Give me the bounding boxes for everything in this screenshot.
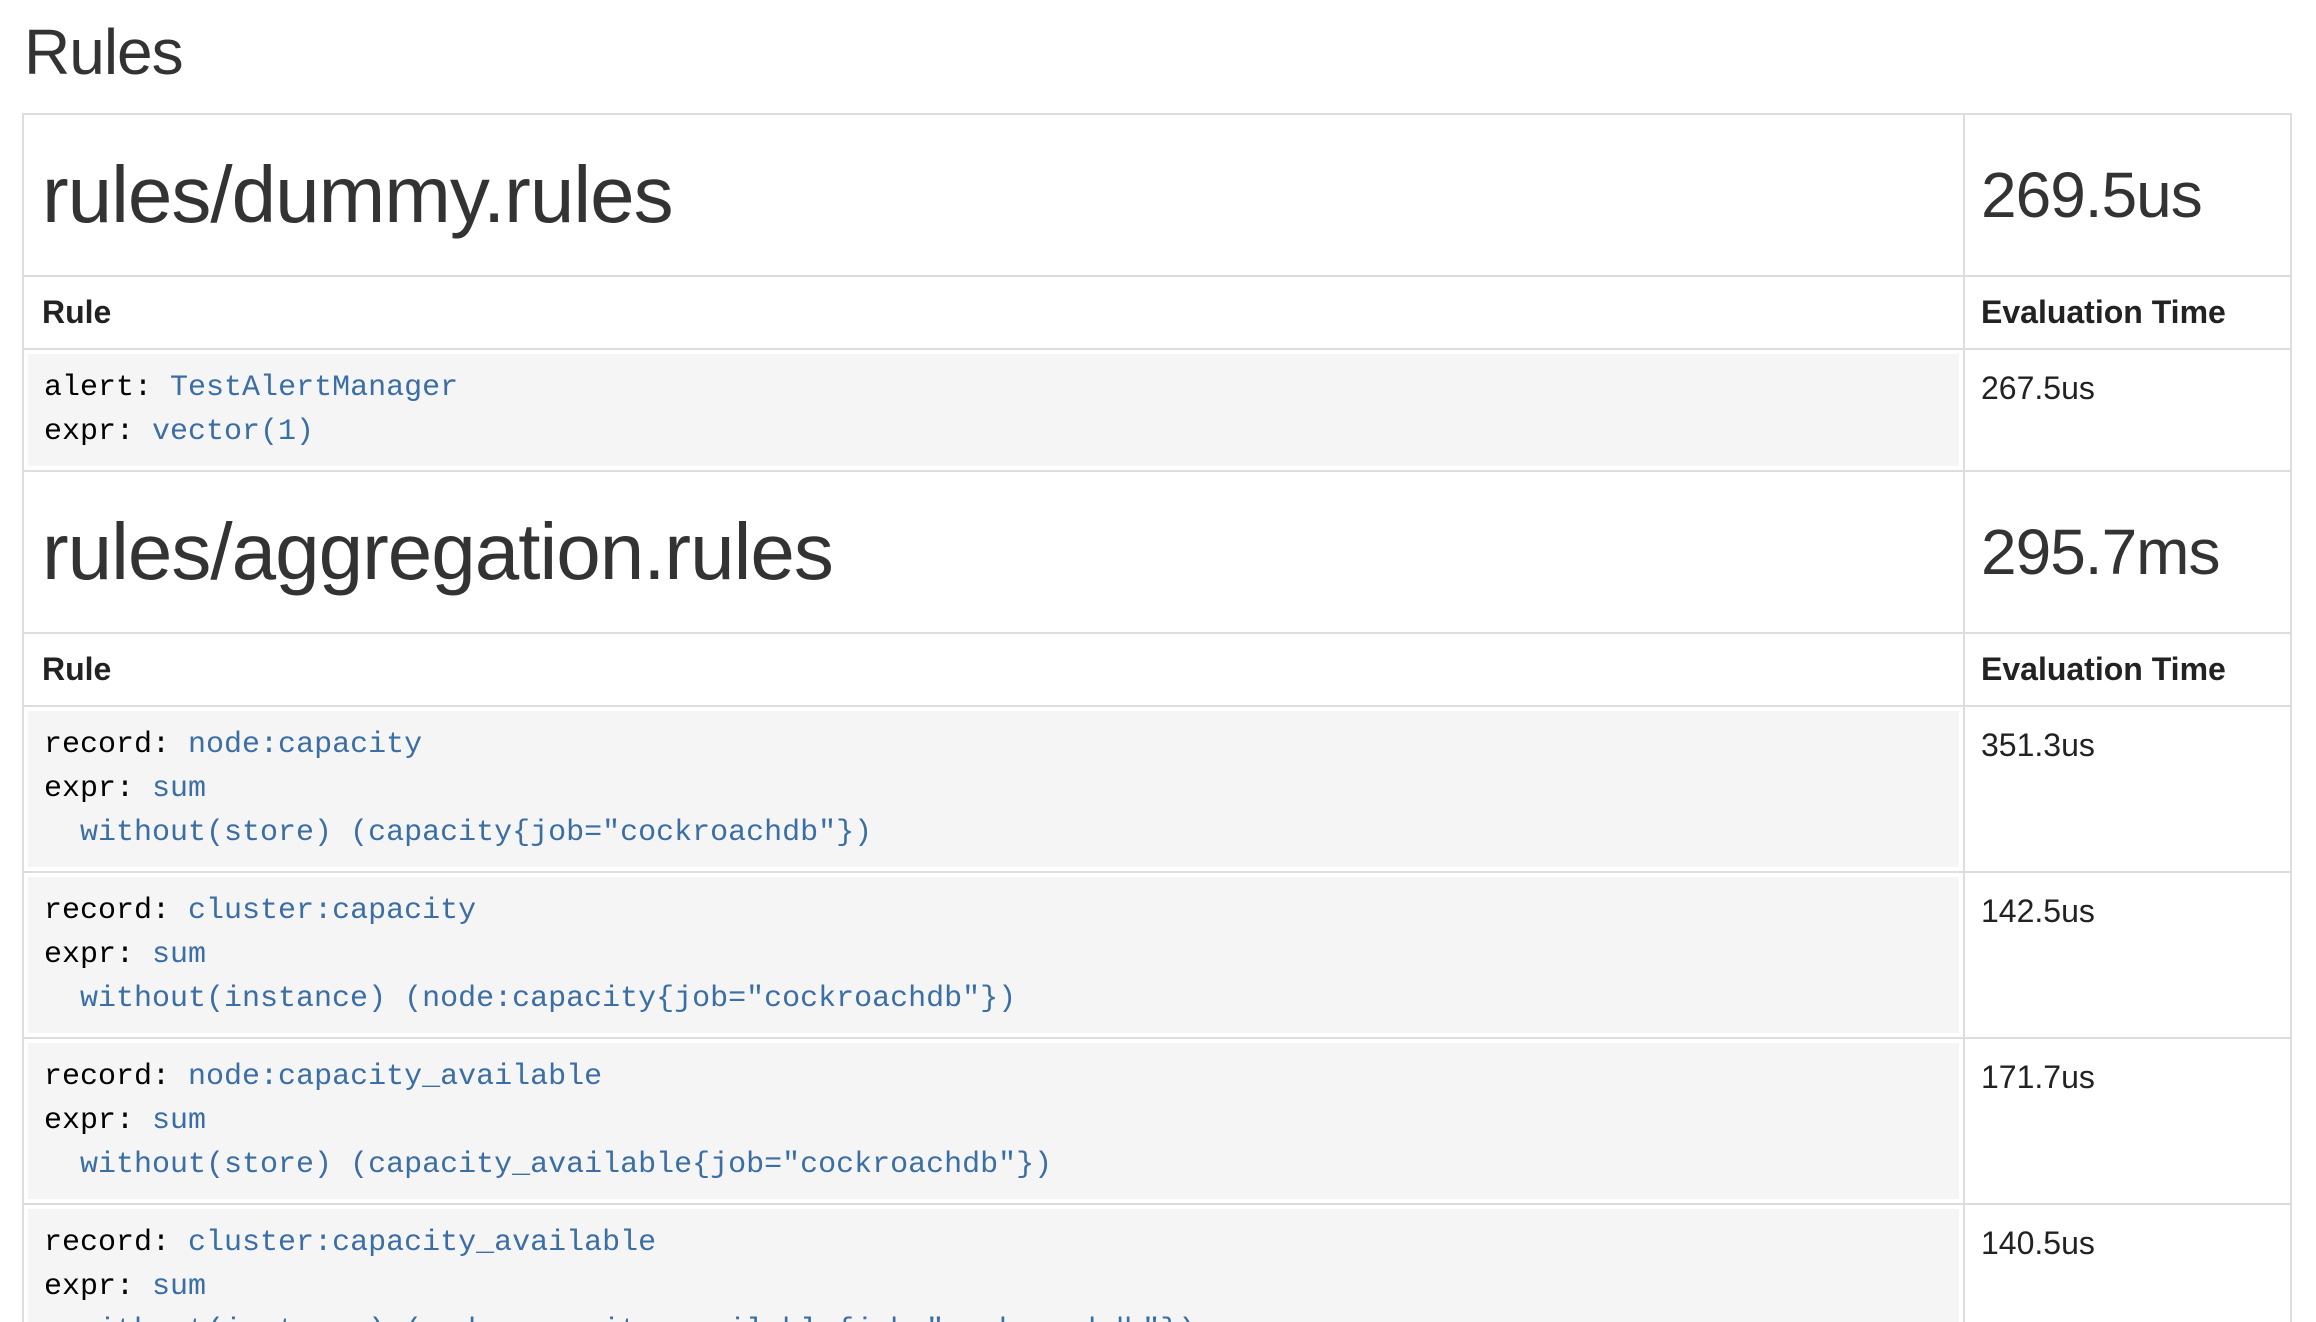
- evaluation-time-value: 267.5us: [1964, 349, 2291, 471]
- rule-code-block: record: node:capacity_available expr: su…: [28, 1043, 1959, 1199]
- rule-expr-link[interactable]: sum without(instance) (node:capacity_ava…: [44, 1270, 1196, 1322]
- rule-type-label: alert:: [44, 371, 152, 405]
- evaluation-time-column-header: Evaluation Time: [1964, 276, 2291, 349]
- rule-name-link[interactable]: cluster:capacity: [188, 894, 476, 928]
- rule-cell: record: cluster:capacity_available expr:…: [23, 1204, 1964, 1322]
- rule-cell: alert: TestAlertManager expr: vector(1): [23, 349, 1964, 471]
- rule-column-header: Rule: [23, 633, 1964, 706]
- group-evaluation-total: 295.7ms: [1981, 516, 2219, 588]
- column-header-row: Rule Evaluation Time: [23, 276, 2291, 349]
- rule-group-table: rules/dummy.rules 269.5us Rule Evaluatio…: [22, 113, 2292, 472]
- group-header-row: rules/dummy.rules 269.5us: [23, 114, 2291, 276]
- rule-group-table: rules/aggregation.rules 295.7ms Rule Eva…: [22, 470, 2292, 1322]
- rule-row: record: node:capacity expr: sum without(…: [23, 706, 2291, 872]
- evaluation-time-column-header: Evaluation Time: [1964, 633, 2291, 706]
- rule-expr-link[interactable]: sum without(instance) (node:capacity{job…: [44, 938, 1016, 1016]
- expr-label: expr:: [44, 415, 134, 449]
- column-header-row: Rule Evaluation Time: [23, 633, 2291, 706]
- evaluation-time-value: 142.5us: [1964, 872, 2291, 1038]
- evaluation-time-value: 171.7us: [1964, 1038, 2291, 1204]
- evaluation-time-value: 351.3us: [1964, 706, 2291, 872]
- page-title: Rules: [24, 16, 2292, 88]
- rule-code-block: record: cluster:capacity_available expr:…: [28, 1209, 1959, 1322]
- rule-name-link[interactable]: TestAlertManager: [170, 371, 458, 405]
- expr-label: expr:: [44, 772, 134, 806]
- group-file-title: rules/dummy.rules: [42, 139, 1945, 251]
- rule-row: record: node:capacity_available expr: su…: [23, 1038, 2291, 1204]
- rule-type-label: record:: [44, 1060, 170, 1094]
- rule-code-block: record: node:capacity expr: sum without(…: [28, 711, 1959, 867]
- rule-name-link[interactable]: cluster:capacity_available: [188, 1226, 656, 1260]
- group-evaluation-total: 269.5us: [1981, 159, 2202, 231]
- rule-column-header: Rule: [23, 276, 1964, 349]
- rule-code-block: alert: TestAlertManager expr: vector(1): [28, 354, 1959, 466]
- rule-name-link[interactable]: node:capacity_available: [188, 1060, 602, 1094]
- rule-type-label: record:: [44, 1226, 170, 1260]
- group-file-title: rules/aggregation.rules: [42, 496, 1945, 608]
- rule-expr-link[interactable]: sum without(store) (capacity{job="cockro…: [44, 772, 872, 850]
- rule-row: record: cluster:capacity_available expr:…: [23, 1204, 2291, 1322]
- expr-label: expr:: [44, 1270, 134, 1304]
- rule-row: alert: TestAlertManager expr: vector(1)2…: [23, 349, 2291, 471]
- rule-expr-link[interactable]: sum without(store) (capacity_available{j…: [44, 1104, 1052, 1182]
- rule-type-label: record:: [44, 894, 170, 928]
- expr-label: expr:: [44, 1104, 134, 1138]
- group-header-row: rules/aggregation.rules 295.7ms: [23, 471, 2291, 633]
- rule-type-label: record:: [44, 728, 170, 762]
- rule-cell: record: node:capacity expr: sum without(…: [23, 706, 1964, 872]
- rule-cell: record: cluster:capacity expr: sum witho…: [23, 872, 1964, 1038]
- evaluation-time-value: 140.5us: [1964, 1204, 2291, 1322]
- rule-code-block: record: cluster:capacity expr: sum witho…: [28, 877, 1959, 1033]
- rules-page: Rules rules/dummy.rules 269.5us Rule Eva…: [0, 16, 2316, 1322]
- expr-label: expr:: [44, 938, 134, 972]
- rule-name-link[interactable]: node:capacity: [188, 728, 422, 762]
- rule-expr-link[interactable]: vector(1): [152, 415, 314, 449]
- rule-cell: record: node:capacity_available expr: su…: [23, 1038, 1964, 1204]
- rule-groups: rules/dummy.rules 269.5us Rule Evaluatio…: [22, 113, 2292, 1322]
- rule-row: record: cluster:capacity expr: sum witho…: [23, 872, 2291, 1038]
